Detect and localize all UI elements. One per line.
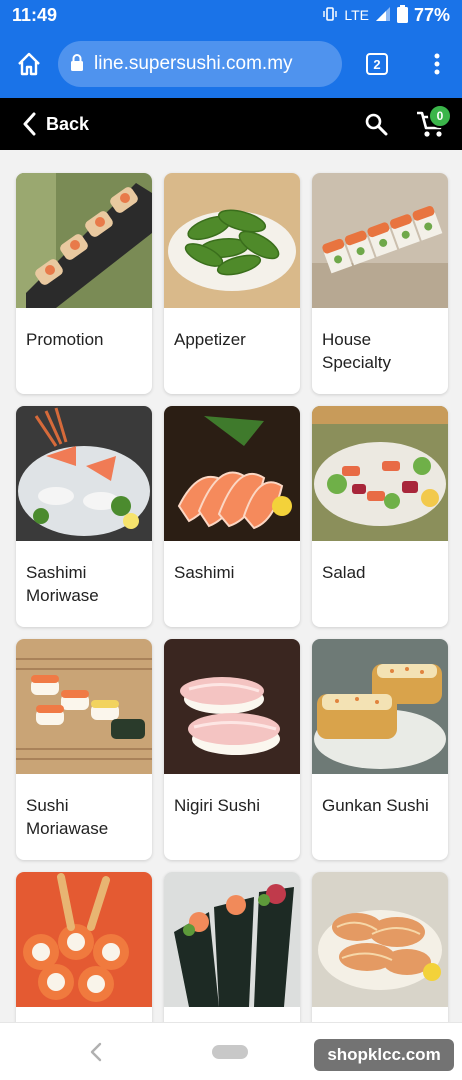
nav-back-icon[interactable] xyxy=(84,1037,108,1067)
search-icon xyxy=(365,113,388,136)
category-label xyxy=(164,1007,300,1022)
category-card[interactable]: Sashimi xyxy=(164,406,300,627)
category-card[interactable] xyxy=(164,872,300,1022)
chevron-left-icon xyxy=(23,112,36,136)
sushi-platter-photo xyxy=(16,639,152,774)
watermark: shopklcc.com xyxy=(314,1039,454,1071)
cart-count-badge: 0 xyxy=(428,104,452,128)
status-time: 11:49 xyxy=(12,4,58,25)
category-label: House Specialty xyxy=(322,330,391,372)
salad-photo xyxy=(312,406,448,541)
cart-button[interactable]: 0 xyxy=(400,98,462,150)
back-label: Back xyxy=(46,113,90,134)
category-label: Salad xyxy=(322,563,366,582)
category-label: Sashimi xyxy=(174,563,235,582)
category-label: Appetizer xyxy=(174,330,246,349)
salmon-sashimi-photo xyxy=(164,406,300,541)
gunkan-photo xyxy=(312,639,448,774)
search-button[interactable] xyxy=(352,98,400,150)
home-icon xyxy=(18,52,40,76)
browser-menu-button[interactable] xyxy=(412,30,462,98)
tab-count: 2 xyxy=(366,53,388,75)
category-card[interactable]: Nigiri Sushi xyxy=(164,639,300,860)
lock-icon xyxy=(70,53,84,76)
vibrate-icon xyxy=(322,6,338,25)
sashimi-platter-photo xyxy=(16,406,152,541)
house-roll-photo xyxy=(312,173,448,308)
signal-icon xyxy=(375,6,391,25)
category-label: Nigiri Sushi xyxy=(174,796,260,815)
category-label xyxy=(312,1007,448,1022)
app-header: Back 0 xyxy=(0,98,462,150)
status-icons: LTE 77% xyxy=(322,4,450,26)
category-card[interactable]: Appetizer xyxy=(164,173,300,394)
category-card[interactable]: Promotion xyxy=(16,173,152,394)
tempura-roll-photo xyxy=(16,872,152,1007)
nav-home-pill[interactable] xyxy=(212,1045,248,1059)
category-grid: Promotion Appetizer House Specialty Sashimi… xyxy=(16,173,448,1022)
edamame-photo xyxy=(164,173,300,308)
home-button[interactable] xyxy=(0,30,58,98)
battery-icon xyxy=(396,4,408,26)
promotion-photo xyxy=(16,173,152,308)
more-vert-icon xyxy=(434,53,440,75)
address-bar[interactable]: line.supersushi.com.my xyxy=(58,41,342,87)
category-card[interactable]: Gunkan Sushi xyxy=(312,639,448,860)
category-label xyxy=(16,1007,152,1022)
category-label: Sushi Moriawase xyxy=(26,796,109,838)
category-grid-container: Promotion Appetizer House Specialty Sashimi… xyxy=(0,150,462,1022)
back-button[interactable]: Back xyxy=(0,98,352,150)
status-bar: 11:49 LTE 77% xyxy=(0,0,462,30)
category-card[interactable]: Sashimi Moriwase xyxy=(16,406,152,627)
category-card[interactable]: Sushi Moriawase xyxy=(16,639,152,860)
battery-level: 77% xyxy=(413,4,450,25)
category-card[interactable] xyxy=(312,872,448,1022)
category-card[interactable] xyxy=(16,872,152,1022)
url-text: line.supersushi.com.my xyxy=(94,53,293,74)
category-label: Sashimi Moriwase xyxy=(26,563,99,605)
network-type: LTE xyxy=(344,7,369,23)
hand-roll-photo xyxy=(164,872,300,1007)
category-label: Gunkan Sushi xyxy=(322,796,429,815)
spicy-sushi-photo xyxy=(312,872,448,1007)
category-card[interactable]: House Specialty xyxy=(312,173,448,394)
browser-toolbar: line.supersushi.com.my 2 xyxy=(0,30,462,98)
nigiri-photo xyxy=(164,639,300,774)
tab-switcher-button[interactable]: 2 xyxy=(342,30,412,98)
category-label: Promotion xyxy=(26,330,104,349)
category-card[interactable]: Salad xyxy=(312,406,448,627)
